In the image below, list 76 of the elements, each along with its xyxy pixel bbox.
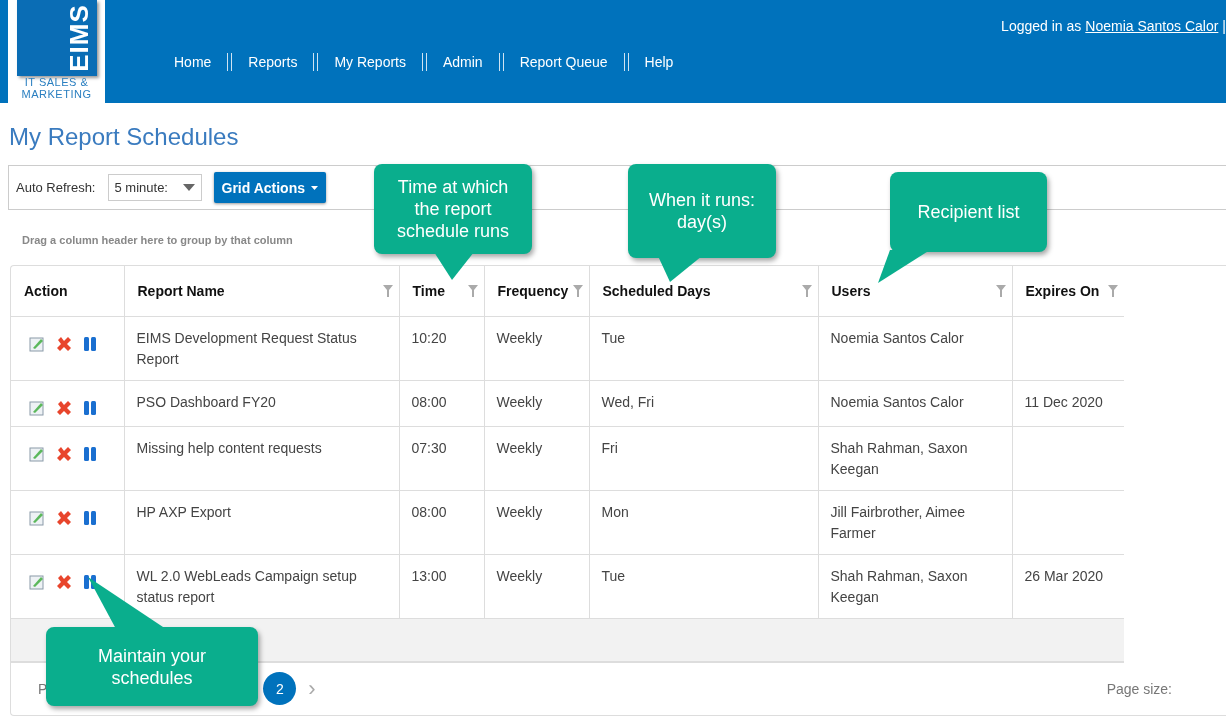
delete-icon <box>55 398 73 417</box>
table-cell: 10:20 <box>399 316 484 380</box>
table-cell: EIMS Development Request Status Report <box>124 316 399 380</box>
filter-icon <box>1108 284 1118 297</box>
separator-text: | <box>1222 18 1226 34</box>
page-number[interactable]: 2 <box>263 672 297 705</box>
nav-link[interactable]: My Reports <box>318 54 422 70</box>
edit-icon <box>29 399 45 416</box>
table-cell: Jill Fairbrother, Aimee Farmer <box>818 490 1012 554</box>
filter-icon <box>995 284 1006 297</box>
table-cell: Missing help content requests <box>124 426 399 490</box>
edit-icon <box>29 335 45 352</box>
pager-label: P <box>38 680 48 697</box>
column-header[interactable]: Frequency <box>484 266 589 316</box>
column-header[interactable]: Action <box>11 266 124 316</box>
user-link[interactable]: Noemia Santos Calor <box>1085 18 1219 34</box>
callout: When it runs: day(s) <box>628 164 776 258</box>
table-cell: Wed, Fri <box>589 380 818 426</box>
table-cell: Noemia Santos Calor <box>818 380 1012 426</box>
pause-icon <box>83 509 97 526</box>
table-cell: 13:00 <box>399 554 484 618</box>
nav-link[interactable]: Reports <box>232 54 314 70</box>
nav-link[interactable]: Home <box>158 54 228 70</box>
delete-icon <box>55 508 73 527</box>
filter-icon <box>382 284 393 297</box>
pause-icon <box>83 399 97 416</box>
callout-tail <box>658 256 702 282</box>
auto-refresh-label: Auto Refresh: <box>16 180 96 195</box>
table-cell: 08:00 <box>399 490 484 554</box>
table-cell: 07:30 <box>399 426 484 490</box>
edit-icon <box>29 573 45 590</box>
nav-link[interactable]: Report Queue <box>503 54 624 70</box>
callout-tail <box>434 252 474 280</box>
page-title: My Report Schedules <box>9 122 240 152</box>
nav-link[interactable]: Help <box>628 54 690 70</box>
column-header[interactable]: Expires On <box>1012 266 1124 316</box>
column-header[interactable]: Report Name <box>124 266 399 316</box>
caret-icon <box>311 185 318 190</box>
grid-actions-button[interactable]: Grid Actions <box>213 172 326 203</box>
filter-icon <box>467 284 478 297</box>
pause-icon <box>83 445 97 462</box>
table-cell: PSO Dashboard FY20 <box>124 380 399 426</box>
table-cell: Shah Rahman, Saxon Keegan <box>818 554 1012 618</box>
table-cell: 26 Mar 2020 <box>1012 554 1124 618</box>
table-cell: Weekly <box>484 426 589 490</box>
table-cell: Weekly <box>484 554 589 618</box>
table-cell: Weekly <box>484 490 589 554</box>
table-cell: Tue <box>589 316 818 380</box>
login-label: Logged in as <box>1001 18 1082 34</box>
auto-refresh-dropdown[interactable]: 5 minute: <box>107 174 202 201</box>
table-cell: Noemia Santos Calor <box>818 316 1012 380</box>
page-size-label: Page size: <box>1106 680 1172 697</box>
caret-icon <box>182 184 195 191</box>
filter-icon <box>801 284 812 297</box>
pause-icon <box>83 335 97 352</box>
logo-text: IT SALES & <box>24 76 89 88</box>
edit-icon <box>29 445 45 462</box>
table-cell: HP AXP Export <box>124 490 399 554</box>
delete-icon <box>55 572 73 591</box>
delete-icon <box>55 334 73 353</box>
delete-icon <box>55 444 73 463</box>
table-cell: Shah Rahman, Saxon Keegan <box>818 426 1012 490</box>
table-cell: 08:00 <box>399 380 484 426</box>
logo-text: MARKETING <box>21 88 92 100</box>
table-cell: Tue <box>589 554 818 618</box>
table-cell: Mon <box>589 490 818 554</box>
table-cell: Weekly <box>484 380 589 426</box>
table-cell: 11 Dec 2020 <box>1012 380 1124 426</box>
edit-icon <box>29 509 45 526</box>
nav-link[interactable]: Admin <box>426 54 499 70</box>
table-cell: Fri <box>589 426 818 490</box>
group-hint: Drag a column header here to group by that column <box>22 234 294 246</box>
callout: Time at which the report schedule runs <box>374 164 532 254</box>
logo-mark: EIMS <box>64 4 93 72</box>
table-cell: Weekly <box>484 316 589 380</box>
filter-icon <box>572 284 583 297</box>
